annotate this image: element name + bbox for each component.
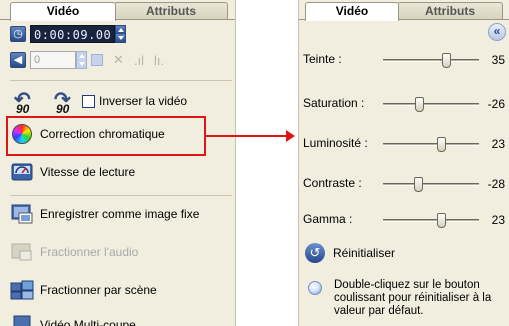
spin-up-icon[interactable] xyxy=(116,26,126,34)
playback-speed-button[interactable]: Vitesse de lecture xyxy=(10,161,135,183)
reset-icon: ↺ xyxy=(305,243,325,263)
split-scene-button[interactable]: Fractionner par scène xyxy=(10,279,157,301)
tip-row: Double-cliquez sur le bouton coulissant … xyxy=(305,279,504,318)
slider-track[interactable] xyxy=(383,53,479,68)
video-options-panel: Vidéo Attributs ◷ 0:00:09.00 ◀ 0 ✕ .ıl l… xyxy=(0,0,236,326)
slider-label: Luminosité : xyxy=(303,136,368,150)
slider-row: Luminosité : 23 xyxy=(303,134,507,154)
arrow-line xyxy=(206,135,288,137)
spin-down-icon[interactable] xyxy=(77,60,86,68)
panel-tabs: Vidéo Attributs xyxy=(10,2,232,21)
slider-track[interactable] xyxy=(383,177,479,192)
duration-spinner[interactable] xyxy=(115,25,127,43)
slider-value: -26 xyxy=(487,97,505,111)
slider-row: Contraste : -28 xyxy=(303,174,507,194)
reverse-video-checkbox[interactable] xyxy=(82,94,95,108)
spin-down-icon[interactable] xyxy=(116,34,126,42)
slider-label: Gamma : xyxy=(303,212,353,226)
split-scene-icon xyxy=(10,279,34,301)
volume-field[interactable]: 0 xyxy=(30,51,76,69)
arrow-right-icon xyxy=(286,130,295,142)
slider-thumb[interactable] xyxy=(414,177,423,192)
slider-label: Saturation : xyxy=(303,96,365,110)
color-wheel-icon xyxy=(10,123,34,145)
slider-value: 23 xyxy=(491,137,505,151)
rotate-left-button[interactable]: ↶ 90 xyxy=(10,86,40,116)
reset-label: Réinitialiser xyxy=(333,246,396,260)
volume-row: ◀ 0 ✕ .ıl lı. xyxy=(10,51,164,69)
spin-up-icon[interactable] xyxy=(77,52,86,60)
duration-row: ◷ 0:00:09.00 xyxy=(10,25,127,43)
panel-tabs: Vidéo Attributs xyxy=(305,2,503,21)
split-audio-button[interactable]: Fractionner l'audio xyxy=(10,241,138,263)
reset-button[interactable]: ↺ Réinitialiser xyxy=(305,243,395,263)
slider-value: 23 xyxy=(491,213,505,227)
tab-attributes[interactable]: Attributs xyxy=(397,2,503,20)
separator xyxy=(10,80,232,81)
separator xyxy=(10,195,232,196)
slider-track[interactable] xyxy=(383,137,479,152)
volume-spinner[interactable] xyxy=(76,51,87,69)
volume-dropdown-icon[interactable] xyxy=(91,54,103,66)
slider-track[interactable] xyxy=(383,97,479,112)
rotate-row: ↶ 90 ↷ 90 Inverser la vidéo xyxy=(10,86,187,116)
slider-value: -28 xyxy=(487,177,505,191)
rotate-right-button[interactable]: ↷ 90 xyxy=(50,86,80,116)
tab-video[interactable]: Vidéo xyxy=(305,2,399,21)
tab-attributes[interactable]: Attributs xyxy=(114,2,228,20)
snapshot-icon xyxy=(10,203,34,225)
multi-trim-button[interactable]: Vidéo Multi-coupe xyxy=(10,314,136,326)
reverse-video-label: Inverser la vidéo xyxy=(99,94,188,108)
multi-trim-icon xyxy=(10,314,34,326)
fade-in-icon[interactable]: .ıl xyxy=(134,53,144,68)
save-still-button[interactable]: Enregistrer comme image fixe xyxy=(10,203,199,225)
color-correction-panel: Vidéo Attributs « Teinte : 35 Saturation :… xyxy=(298,0,509,326)
mute-icon[interactable]: ✕ xyxy=(113,52,124,68)
tip-text: Double-cliquez sur le bouton coulissant … xyxy=(334,279,492,317)
volume-icon: ◀ xyxy=(10,52,26,68)
duration-timecode[interactable]: 0:00:09.00 xyxy=(30,25,116,43)
slider-thumb[interactable] xyxy=(437,213,446,228)
color-correction-button[interactable]: Correction chromatique xyxy=(10,123,165,145)
slider-row: Gamma : 23 xyxy=(303,210,507,230)
slider-thumb[interactable] xyxy=(442,53,451,68)
split-audio-icon xyxy=(10,241,34,263)
collapse-chevron-icon[interactable]: « xyxy=(488,23,506,41)
slider-track[interactable] xyxy=(383,213,479,228)
slider-thumb[interactable] xyxy=(415,97,424,112)
slider-label: Contraste : xyxy=(303,176,362,190)
fade-out-icon[interactable]: lı. xyxy=(154,53,164,68)
tip-bulb-icon xyxy=(308,281,322,295)
slider-row: Teinte : 35 xyxy=(303,50,507,70)
tab-video[interactable]: Vidéo xyxy=(10,2,116,21)
slider-label: Teinte : xyxy=(303,52,342,66)
slider-value: 35 xyxy=(491,53,505,67)
slider-row: Saturation : -26 xyxy=(303,94,507,114)
speedometer-icon xyxy=(10,161,34,183)
slider-thumb[interactable] xyxy=(437,137,446,152)
clock-icon: ◷ xyxy=(10,26,26,42)
